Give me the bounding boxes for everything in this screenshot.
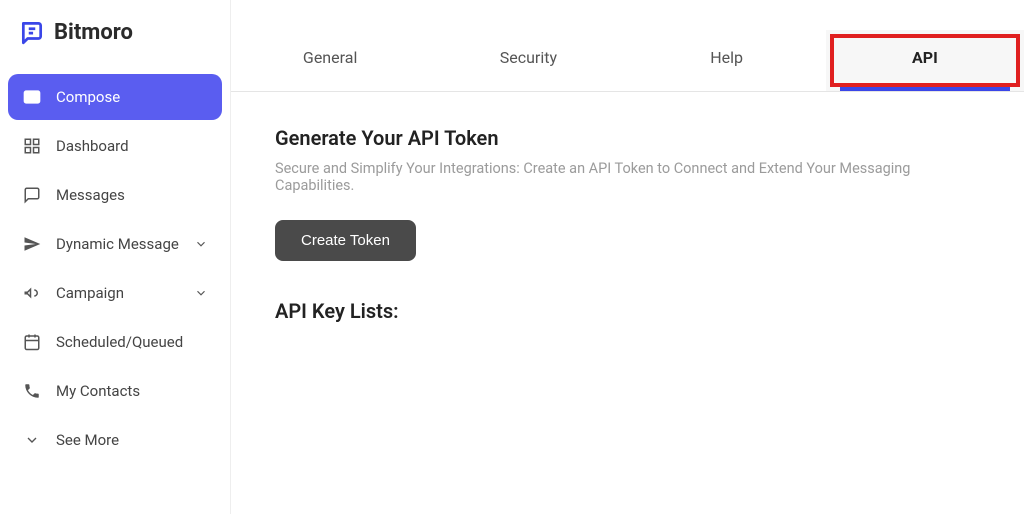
sidebar-item-label: Dashboard <box>56 137 208 155</box>
sidebar-item-campaign[interactable]: Campaign <box>8 270 222 316</box>
message-icon <box>22 185 42 205</box>
sidebar-item-label: Dynamic Message <box>56 235 180 253</box>
brand-name: Bitmoro <box>54 20 133 45</box>
tab-api[interactable]: API <box>826 30 1024 91</box>
chevron-down-icon <box>194 286 208 300</box>
tab-label: General <box>303 48 357 67</box>
sidebar-item-scheduled[interactable]: Scheduled/Queued <box>8 319 222 365</box>
sidebar-item-dynamic-message[interactable]: Dynamic Message <box>8 221 222 267</box>
sidebar-item-label: Compose <box>56 88 208 106</box>
sidebar-item-dashboard[interactable]: Dashboard <box>8 123 222 169</box>
campaign-icon <box>22 283 42 303</box>
brand-logo-icon <box>18 18 46 46</box>
phone-icon <box>22 381 42 401</box>
api-section: Generate Your API Token Secure and Simpl… <box>231 92 1024 357</box>
api-section-title: Generate Your API Token <box>275 126 980 150</box>
tab-label: API <box>912 48 938 67</box>
brand-logo: Bitmoro <box>8 18 222 74</box>
chevron-down-icon <box>194 237 208 251</box>
sidebar-item-label: My Contacts <box>56 382 208 400</box>
send-icon <box>22 234 42 254</box>
tab-security[interactable]: Security <box>429 30 627 91</box>
calendar-icon <box>22 332 42 352</box>
sidebar-item-see-more[interactable]: See More <box>8 417 222 463</box>
sidebar-item-label: Messages <box>56 186 208 204</box>
sidebar: Bitmoro Compose Dashboard Messages Dynam… <box>0 0 230 514</box>
create-token-button[interactable]: Create Token <box>275 220 416 261</box>
tab-general[interactable]: General <box>231 30 429 91</box>
tab-label: Help <box>710 48 743 67</box>
sidebar-item-label: Scheduled/Queued <box>56 333 208 351</box>
tab-help[interactable]: Help <box>628 30 826 91</box>
sidebar-item-label: Campaign <box>56 284 180 302</box>
sidebar-item-compose[interactable]: Compose <box>8 74 222 120</box>
tab-label: Security <box>500 48 557 67</box>
chevron-down-icon <box>22 430 42 450</box>
sidebar-item-messages[interactable]: Messages <box>8 172 222 218</box>
main-content: General Security Help API Generate Your … <box>230 0 1024 514</box>
sidebar-item-contacts[interactable]: My Contacts <box>8 368 222 414</box>
sidebar-item-label: See More <box>56 431 208 449</box>
settings-tabbar: General Security Help API <box>231 0 1024 92</box>
api-key-list-title: API Key Lists: <box>275 299 980 323</box>
grid-icon <box>22 136 42 156</box>
api-section-subtitle: Secure and Simplify Your Integrations: C… <box>275 160 980 194</box>
mail-icon <box>22 87 42 107</box>
